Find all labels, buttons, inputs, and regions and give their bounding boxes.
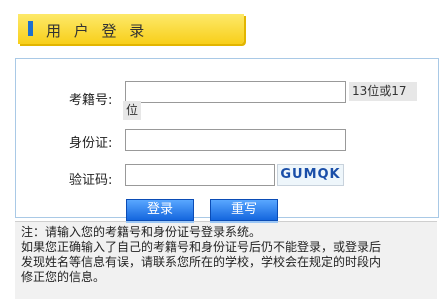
captcha-input[interactable] — [125, 164, 275, 186]
id-card-label: 身份证: — [69, 136, 113, 151]
notice-line: 如果您正确输入了自己的考籍号和身份证号后仍不能登录，或登录后 — [21, 240, 382, 254]
id-card-input[interactable] — [125, 129, 346, 151]
login-notice: 注：请输入您的考籍号和身份证号登录系统。 如果您正确输入了自己的考籍号和身份证号… — [15, 221, 437, 299]
title-accent-bar — [28, 21, 33, 36]
notice-line: 注：请输入您的考籍号和身份证号登录系统。 — [21, 225, 262, 239]
login-title-bar: 用 户 登 录 — [18, 14, 244, 44]
notice-line: 发现姓名等信息有误，请联系您所在的学校，学校会在规定的时段内 — [21, 255, 382, 269]
captcha-image[interactable]: GUMQK — [277, 164, 344, 186]
exam-id-hint: 13位或17 — [349, 82, 417, 101]
exam-id-hint-wrap: 位 — [123, 101, 142, 120]
login-button[interactable]: 登录 — [126, 199, 194, 221]
exam-id-input[interactable] — [125, 81, 346, 103]
captcha-label: 验证码: — [69, 173, 113, 188]
reset-button[interactable]: 重写 — [210, 199, 278, 221]
page-title: 用 户 登 录 — [46, 22, 149, 40]
notice-line: 修正您的信息。 — [21, 270, 106, 284]
exam-id-label: 考籍号: — [69, 93, 113, 108]
